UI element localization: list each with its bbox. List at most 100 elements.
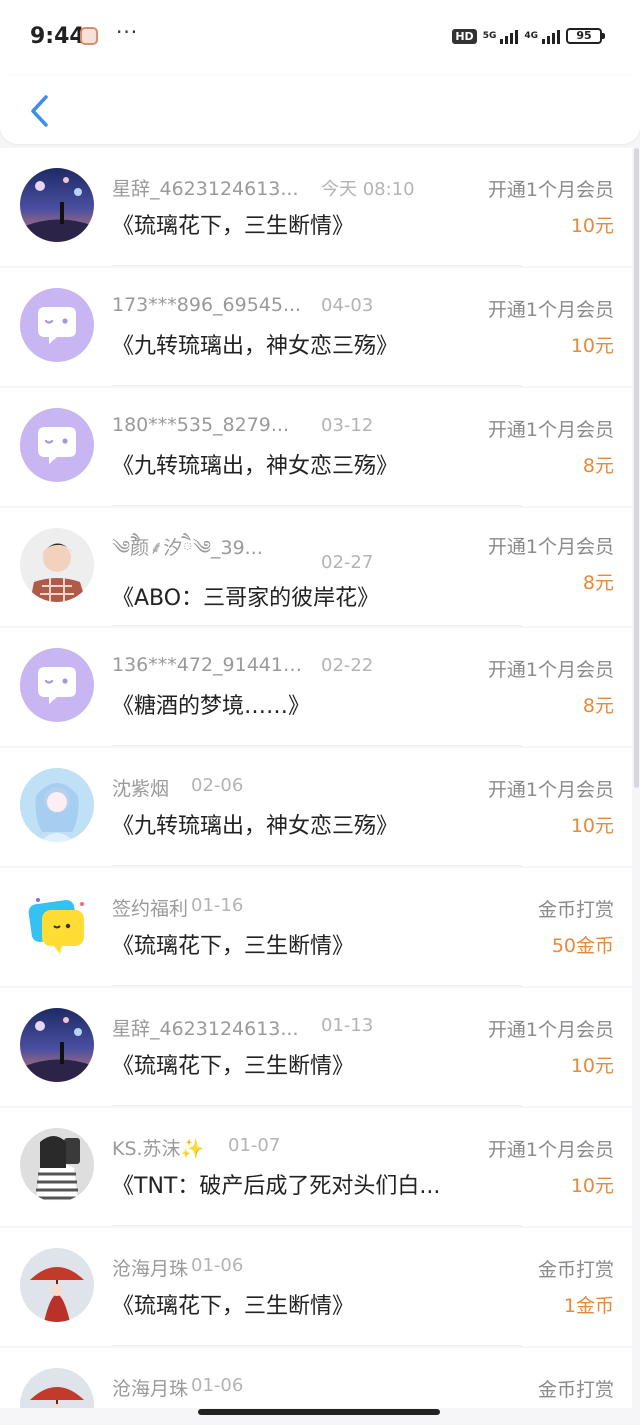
reward-amount: 10元 — [570, 1055, 614, 1077]
book-title[interactable]: 《九转琉璃出，神女恋三殇》 — [112, 448, 398, 480]
reward-type: 金币打赏 — [537, 1379, 614, 1401]
row-divider — [112, 505, 522, 506]
row-divider — [112, 745, 522, 746]
reward-amount: 8元 — [582, 455, 614, 477]
user-name: 沧海月珠 — [112, 1258, 189, 1280]
row-divider — [112, 1105, 522, 1106]
back-arrow-icon[interactable] — [26, 94, 54, 128]
status-time: 9:44 — [30, 24, 85, 49]
user-name: 136***472_914417... — [112, 654, 302, 676]
reward-record-list: 星辞_4623124613... 今天 08:10 《琉璃花下，三生断情》 开通1个月… — [0, 148, 640, 1408]
reward-type: 金币打赏 — [537, 1259, 614, 1281]
user-name: 沈紫烟 — [112, 778, 170, 800]
user-avatar[interactable] — [20, 1368, 94, 1408]
record-date: 01-07 — [228, 1135, 281, 1156]
user-avatar[interactable] — [20, 168, 94, 242]
user-avatar[interactable] — [20, 768, 94, 842]
row-divider — [112, 265, 522, 266]
row-divider — [112, 865, 522, 866]
user-avatar[interactable] — [20, 1248, 94, 1322]
reward-type: 金币打赏 — [537, 899, 614, 921]
battery-icon: 95 — [566, 28, 605, 44]
record-row[interactable]: 星辞_4623124613... 01-13 《琉璃花下，三生断情》 开通1个月会员 1… — [0, 988, 632, 1106]
reward-amount: 10元 — [570, 1175, 614, 1197]
user-name: 180***535_8279... — [112, 414, 290, 436]
record-row[interactable]: 沧海月珠 01-06 《琉璃花下，三生断情》 金币打赏 1金币 — [0, 1228, 632, 1346]
user-avatar[interactable] — [20, 408, 94, 482]
record-row[interactable]: 180***535_8279... 03-12 《九转琉璃出，神女恋三殇》 开通1个月… — [0, 388, 632, 506]
user-name: KS.苏沫✨ — [112, 1138, 205, 1160]
record-date: 今天 08:10 — [321, 179, 415, 200]
reward-amount: 50金币 — [551, 935, 614, 957]
record-row[interactable]: 沧海月珠 01-06 金币打赏 — [0, 1348, 632, 1408]
book-title[interactable]: 《琉璃花下，三生断情》 — [112, 928, 354, 960]
reward-type: 开通1个月会员 — [487, 299, 614, 321]
reward-type: 开通1个月会员 — [487, 179, 614, 201]
record-date: 02-06 — [191, 775, 244, 796]
user-avatar[interactable] — [20, 648, 94, 722]
reward-type: 开通1个月会员 — [487, 779, 614, 801]
user-name: 沧海月珠 — [112, 1378, 189, 1400]
book-title[interactable]: 《九转琉璃出，神女恋三殇》 — [112, 328, 398, 360]
record-row[interactable]: 星辞_4623124613... 今天 08:10 《琉璃花下，三生断情》 开通1个月… — [0, 148, 632, 266]
status-bar: 9:44 ··· HD 5G 4G 95 — [0, 0, 640, 76]
user-name: ༄ཻ颜⸙汐ཻ༄_39... — [112, 537, 263, 559]
row-divider — [112, 1225, 522, 1226]
app-notification-icon — [80, 27, 98, 45]
network-5g-label: 5G — [482, 31, 497, 41]
more-notifications-icon: ··· — [116, 20, 139, 44]
reward-type: 开通1个月会员 — [487, 1019, 614, 1041]
scrollbar[interactable] — [634, 148, 639, 788]
record-date: 01-13 — [321, 1015, 374, 1036]
record-date: 01-06 — [191, 1255, 244, 1276]
book-title[interactable]: 《琉璃花下，三生断情》 — [112, 1288, 354, 1320]
record-date: 04-03 — [321, 295, 374, 316]
book-title[interactable]: 《九转琉璃出，神女恋三殇》 — [112, 808, 398, 840]
signal-4g-icon — [542, 28, 560, 44]
record-row[interactable]: 173***896_69545... 04-03 《九转琉璃出，神女恋三殇》 开通1个… — [0, 268, 632, 386]
book-title[interactable]: 《ABO：三哥家的彼岸花》 — [112, 580, 379, 612]
book-title[interactable]: 《TNT：破产后成了死对头们白... — [112, 1168, 440, 1200]
record-row[interactable]: 沈紫烟 02-06 《九转琉璃出，神女恋三殇》 开通1个月会员 10元 — [0, 748, 632, 866]
user-name: 签约福利 — [112, 898, 189, 920]
user-name: 星辞_4623124613... — [112, 1018, 299, 1040]
user-name: 星辞_4623124613... — [112, 178, 299, 200]
reward-amount: 10元 — [570, 335, 614, 357]
record-row[interactable]: 签约福利 01-16 《琉璃花下，三生断情》 金币打赏 50金币 — [0, 868, 632, 986]
row-divider — [112, 385, 522, 386]
record-date: 02-27 — [321, 552, 374, 573]
nav-header — [0, 76, 640, 144]
reward-type: 开通1个月会员 — [487, 536, 614, 558]
row-divider — [112, 985, 522, 986]
book-title[interactable]: 《琉璃花下，三生断情》 — [112, 208, 354, 240]
reward-amount: 1金币 — [563, 1295, 614, 1317]
reward-type: 开通1个月会员 — [487, 1139, 614, 1161]
reward-amount: 10元 — [570, 215, 614, 237]
reward-amount: 8元 — [582, 572, 614, 594]
book-title[interactable]: 《糖酒的梦境……》 — [112, 688, 310, 720]
record-date: 02-22 — [321, 655, 374, 676]
row-divider — [112, 1345, 522, 1346]
record-row[interactable]: ༄ཻ颜⸙汐ཻ༄_39... 02-27 《ABO：三哥家的彼岸花》 开通1个月会员 8元 — [0, 508, 632, 626]
home-indicator[interactable] — [198, 1409, 440, 1415]
user-name: 173***896_69545... — [112, 294, 302, 316]
row-divider — [112, 625, 522, 626]
reward-amount: 10元 — [570, 815, 614, 837]
hd-voice-icon: HD — [452, 28, 477, 44]
book-title[interactable]: 《琉璃花下，三生断情》 — [112, 1048, 354, 1080]
user-avatar[interactable] — [20, 1128, 94, 1202]
user-avatar[interactable] — [20, 288, 94, 362]
reward-type: 开通1个月会员 — [487, 419, 614, 441]
record-date: 01-16 — [191, 895, 244, 916]
network-4g-label: 4G — [524, 31, 538, 41]
user-avatar[interactable] — [20, 528, 94, 602]
reward-type: 开通1个月会员 — [487, 659, 614, 681]
user-avatar[interactable] — [20, 1008, 94, 1082]
signal-5g-icon — [500, 28, 519, 44]
record-date: 03-12 — [321, 415, 374, 436]
record-row[interactable]: 136***472_914417... 02-22 《糖酒的梦境……》 开通1个月会员… — [0, 628, 632, 746]
status-indicators: HD 5G 4G 95 — [452, 28, 605, 44]
user-avatar[interactable] — [20, 888, 94, 962]
reward-amount: 8元 — [582, 695, 614, 717]
record-row[interactable]: KS.苏沫✨ 01-07 《TNT：破产后成了死对头们白... 开通1个月会员 10元 — [0, 1108, 632, 1226]
